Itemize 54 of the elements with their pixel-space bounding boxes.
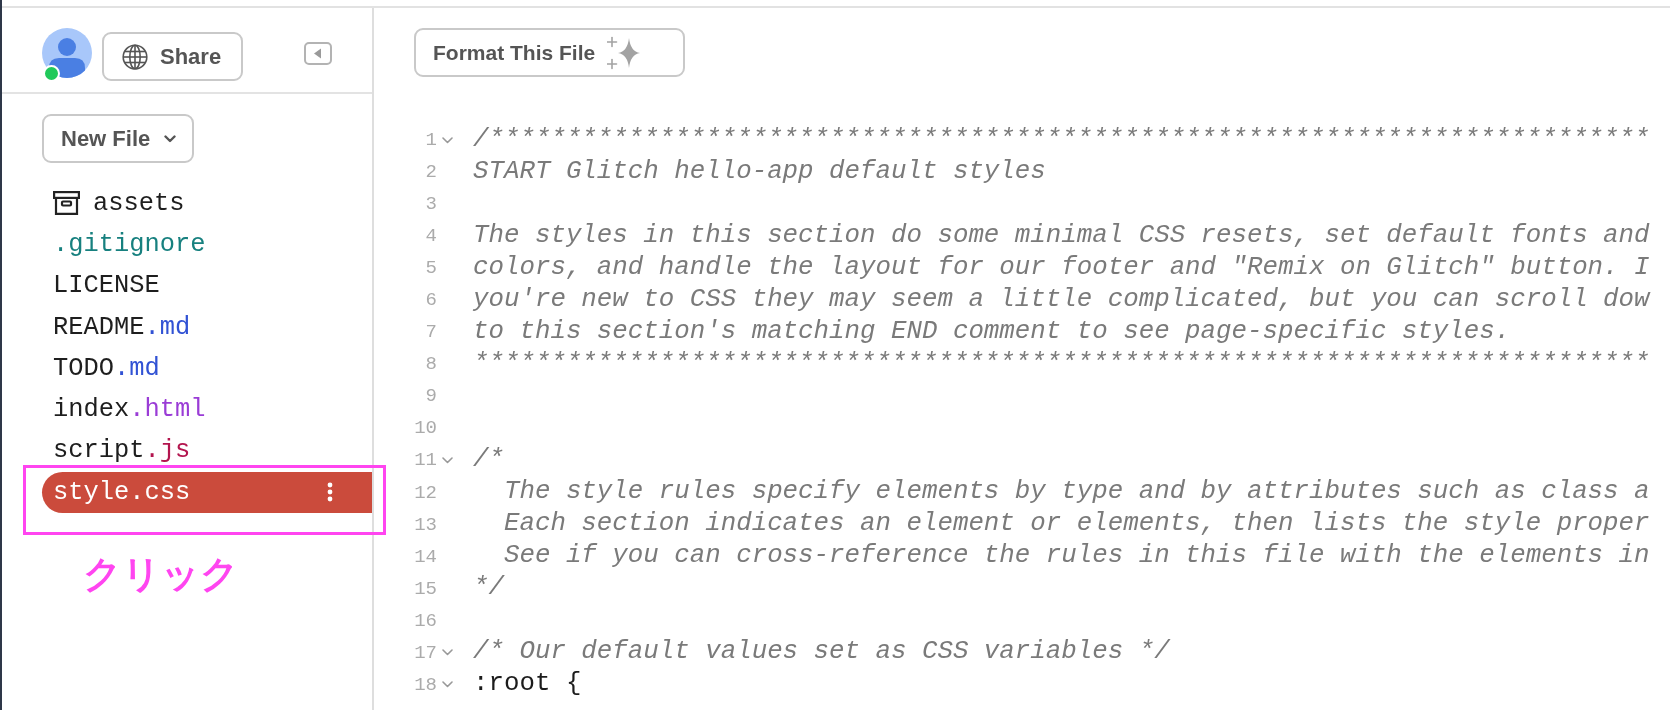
avatar-icon[interactable] — [42, 28, 92, 78]
fold-chevron-icon[interactable] — [441, 136, 453, 144]
line-number: 15 — [414, 577, 437, 600]
line-number: 10 — [414, 417, 437, 440]
file-item[interactable]: LICENSE — [42, 265, 166, 307]
line-number: 9 — [424, 385, 437, 408]
line-number: 8 — [424, 353, 437, 376]
line-number: 2 — [424, 161, 437, 184]
line-number: 3 — [424, 193, 437, 216]
code-line: colors, and handle the layout for our footer and "Remix on Glitch" button. I — [473, 252, 1650, 284]
line-number: 14 — [414, 545, 437, 568]
new-file-button[interactable]: New File — [42, 114, 195, 163]
code-line: you're new to CSS they may seem a little complicated, but you can scroll dow — [473, 284, 1650, 316]
file-item[interactable]: script.js — [42, 430, 197, 472]
caret-icon — [164, 134, 177, 143]
line-number: 5 — [424, 257, 437, 280]
code-line: START Glitch hello-app default styles — [473, 156, 1046, 188]
line-number: 11 — [414, 449, 437, 472]
line-number: 16 — [414, 609, 437, 632]
line-number: 1 — [424, 129, 437, 151]
line-number: 4 — [424, 225, 437, 248]
line-number: 7 — [424, 321, 437, 344]
collapse-panel-icon[interactable] — [304, 42, 332, 65]
code-line: The style rules specify elements by type and by attributes such as class a — [502, 477, 1650, 508]
fold-chevron-icon[interactable] — [441, 681, 453, 689]
code-line: to this section's matching END comment to see page-specific styles. — [473, 316, 1511, 348]
annotation-label: クリック — [83, 554, 239, 593]
more-options-icon[interactable] — [327, 482, 333, 503]
file-item[interactable]: TODO.md — [42, 347, 166, 389]
code-line: Each section indicates an element or elements, then lists the style proper — [502, 509, 1650, 541]
file-item[interactable]: style.css — [42, 471, 372, 513]
share-button[interactable]: Share — [102, 32, 243, 81]
format-file-button[interactable]: Format This File — [414, 28, 685, 77]
code-line: See if you can cross-reference the rules in this file with the elements in — [502, 541, 1650, 573]
file-item[interactable]: assets — [42, 182, 191, 224]
file-item[interactable]: index.html — [42, 389, 212, 431]
line-number: 12 — [414, 481, 437, 504]
code-line: :root { — [473, 669, 582, 701]
code-line: /* Our default values set as CSS variables */ — [473, 637, 1170, 669]
fold-chevron-icon[interactable] — [441, 457, 453, 464]
line-number: 13 — [414, 513, 437, 536]
file-item[interactable]: README.md — [42, 306, 197, 348]
line-number: 18 — [414, 673, 437, 696]
code-line: /*************************************************************************** — [473, 124, 1650, 156]
fold-chevron-icon[interactable] — [441, 649, 453, 657]
code-line: The styles in this section do some minimal CSS resets, set default fonts and — [473, 220, 1650, 252]
globe-icon — [122, 43, 148, 70]
code-line: **************************************************************************** — [473, 348, 1650, 380]
line-number: 6 — [424, 289, 437, 312]
archive-box-icon — [53, 191, 80, 216]
file-item[interactable]: .gitignore — [42, 223, 212, 266]
code-line: /* — [473, 445, 504, 476]
code-line: */ — [473, 573, 504, 605]
line-number: 17 — [414, 641, 437, 664]
